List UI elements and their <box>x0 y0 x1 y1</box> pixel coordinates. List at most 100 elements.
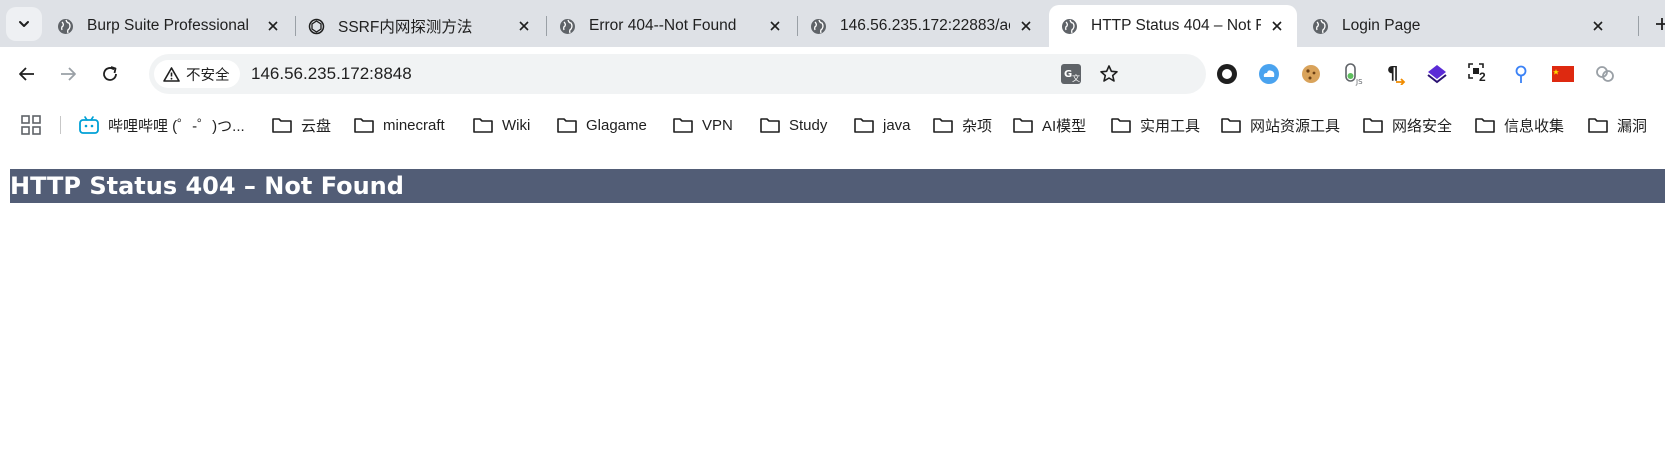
bookmark-folder[interactable]: 信息收集 <box>1475 112 1564 138</box>
bookmark-label: 哔哩哔哩 (゜-゜)つ... <box>108 117 245 135</box>
folder-icon <box>473 116 493 134</box>
security-label: 不安全 <box>186 67 230 84</box>
bookmark-folder[interactable]: 网站资源工具 <box>1221 112 1340 138</box>
cookie-extension-icon[interactable] <box>1299 62 1323 86</box>
tab-title: Login Page <box>1342 17 1421 34</box>
bookmark-bilibili[interactable]: 哔哩哔哩 (゜-゜)つ... <box>79 112 245 138</box>
svg-text:文: 文 <box>1072 73 1080 83</box>
tab-search-button[interactable] <box>6 7 42 41</box>
bookmark-label: 漏洞 <box>1617 117 1648 135</box>
bookmark-label: minecraft <box>383 116 445 134</box>
scan-extension-icon[interactable]: 2 <box>1467 62 1491 86</box>
layers-extension-icon[interactable] <box>1425 62 1449 86</box>
bookmark-folder[interactable]: Wiki <box>473 112 530 138</box>
folder-icon <box>854 116 874 134</box>
star-icon[interactable] <box>1097 62 1121 86</box>
record-extension-icon[interactable] <box>1215 62 1239 86</box>
tab-strip: Burp Suite Professional SSRF内网探测方法 Error… <box>0 0 1665 47</box>
tab-error-404[interactable]: Error 404--Not Found <box>547 5 795 47</box>
folder-icon <box>1475 116 1495 134</box>
svg-text:¶: ¶ <box>1387 63 1398 84</box>
tab-burp-suite[interactable]: Burp Suite Professional <box>45 5 293 47</box>
close-icon[interactable] <box>1588 16 1608 36</box>
svg-text:G: G <box>1064 69 1072 80</box>
globe-icon <box>559 18 576 35</box>
bookmark-label: 杂项 <box>962 117 993 135</box>
china-flag-icon[interactable] <box>1551 62 1575 86</box>
warning-icon <box>163 66 180 82</box>
bookmark-folder[interactable]: VPN <box>673 112 733 138</box>
folder-icon <box>760 116 780 134</box>
extension-badge: 2 <box>1479 70 1486 84</box>
toolbar: 不安全 146.56.235.172:8848 G文 JS ¶ 2 <box>0 47 1665 100</box>
plus-icon <box>1656 18 1665 30</box>
url-text[interactable]: 146.56.235.172:8848 <box>251 54 412 94</box>
toggle-js-extension-icon[interactable]: JS <box>1341 62 1365 86</box>
folder-icon <box>1588 116 1608 134</box>
bookmark-label: java <box>883 116 911 134</box>
cloud-extension-icon[interactable] <box>1257 62 1281 86</box>
close-icon[interactable] <box>1016 16 1036 36</box>
tab-title: Error 404--Not Found <box>589 17 737 34</box>
apps-grid-icon[interactable] <box>21 115 41 135</box>
folder-icon <box>673 116 693 134</box>
tab-ip-22883[interactable]: 146.56.235.172:22883/ac <box>798 5 1046 47</box>
bookmark-folder[interactable]: 漏洞 <box>1588 112 1665 138</box>
globe-icon <box>1312 18 1329 35</box>
bookmark-folder[interactable]: Study <box>760 112 827 138</box>
folder-icon <box>933 116 953 134</box>
folder-icon <box>1221 116 1241 134</box>
pilcrow-extension-icon[interactable]: ¶ <box>1383 62 1407 86</box>
folder-icon <box>354 116 374 134</box>
bookmark-folder[interactable]: Glagame <box>557 112 647 138</box>
bookmark-folder[interactable]: 杂项 <box>933 112 992 138</box>
close-icon[interactable] <box>1267 16 1287 36</box>
reload-button[interactable] <box>96 60 124 88</box>
bookmark-label: Wiki <box>502 116 531 134</box>
bookmark-label: AI模型 <box>1042 117 1087 135</box>
chevron-down-icon <box>19 21 29 27</box>
bookmark-label: 网络安全 <box>1392 117 1453 135</box>
circles-extension-icon[interactable] <box>1593 62 1617 86</box>
forward-button[interactable] <box>54 60 82 88</box>
bookmark-label: 信息收集 <box>1504 117 1565 135</box>
bookmark-label: VPN <box>702 116 733 134</box>
bookmark-folder[interactable]: 网络安全 <box>1363 112 1452 138</box>
close-icon[interactable] <box>765 16 785 36</box>
bookmark-folder[interactable]: 云盘 <box>272 112 331 138</box>
new-tab-button[interactable] <box>1650 12 1665 36</box>
bookmarks-bar: 哔哩哔哩 (゜-゜)つ... 云盘 minecraft Wiki Glagame… <box>0 100 1665 150</box>
arrow-right-icon <box>61 67 76 81</box>
bookmark-folder[interactable]: minecraft <box>354 112 445 138</box>
tab-divider <box>1638 16 1639 36</box>
bookmark-folder[interactable]: AI模型 <box>1013 112 1086 138</box>
folder-icon <box>272 116 292 134</box>
openai-icon <box>308 18 325 35</box>
page-content: HTTP Status 404 – Not Found <box>0 150 1665 460</box>
pin-extension-icon[interactable] <box>1509 62 1533 86</box>
close-icon[interactable] <box>514 16 534 36</box>
globe-icon <box>57 18 74 35</box>
bookmark-label: Study <box>789 116 828 134</box>
folder-icon <box>1013 116 1033 134</box>
tab-title: SSRF内网探测方法 <box>338 19 473 36</box>
tab-title: HTTP Status 404 – Not Fo <box>1091 17 1261 34</box>
security-chip[interactable]: 不安全 <box>154 60 240 88</box>
address-bar[interactable]: 不安全 146.56.235.172:8848 G文 <box>149 54 1206 94</box>
reload-icon <box>103 66 117 81</box>
bookmark-label: 云盘 <box>301 117 332 135</box>
tab-login-page[interactable]: Login Page <box>1300 5 1618 47</box>
tab-http-status-404[interactable]: HTTP Status 404 – Not Fo <box>1049 5 1297 47</box>
bilibili-icon <box>79 116 99 134</box>
page-heading: HTTP Status 404 – Not Found <box>10 169 1665 203</box>
translate-icon[interactable]: G文 <box>1059 62 1083 86</box>
bookmark-label: 实用工具 <box>1140 117 1201 135</box>
bookmark-folder[interactable]: java <box>854 112 911 138</box>
bookmark-folder[interactable]: 实用工具 <box>1111 112 1200 138</box>
close-icon[interactable] <box>263 16 283 36</box>
tab-title: Burp Suite Professional <box>87 17 249 34</box>
back-button[interactable] <box>13 60 41 88</box>
folder-icon <box>1363 116 1383 134</box>
tab-ssrf[interactable]: SSRF内网探测方法 <box>296 5 544 47</box>
folder-icon <box>557 116 577 134</box>
